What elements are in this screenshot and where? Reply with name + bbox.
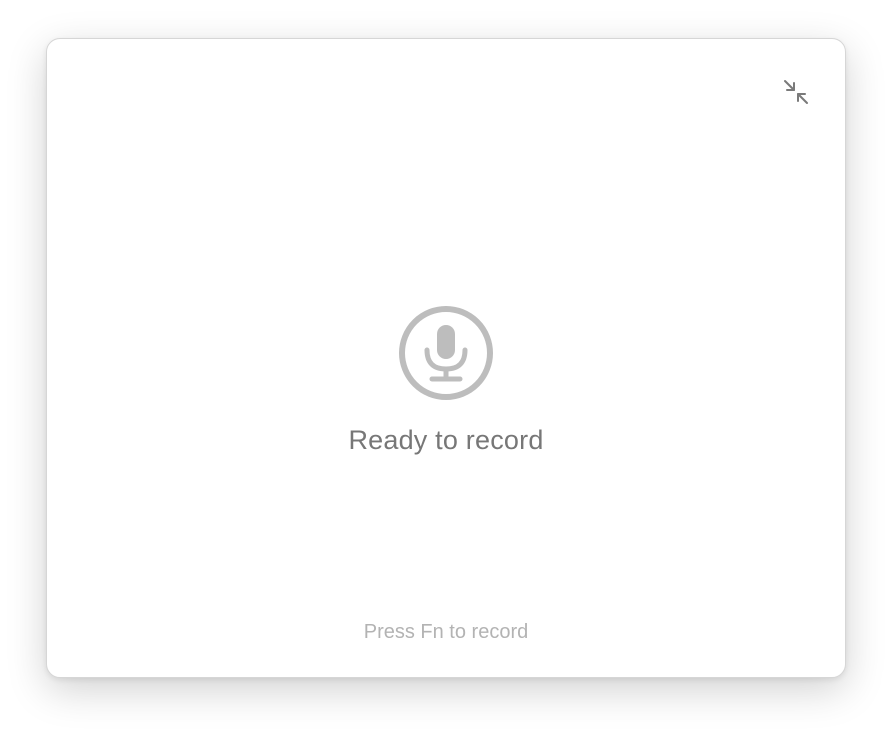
microphone-icon [399,306,493,400]
collapse-button[interactable] [781,77,811,107]
recording-window: Ready to record Press Fn to record [46,38,846,678]
hint-label: Press Fn to record [363,621,529,643]
collapse-arrows-icon [784,80,808,104]
record-status-indicator [397,304,495,402]
status-label: Ready to record [348,425,544,455]
